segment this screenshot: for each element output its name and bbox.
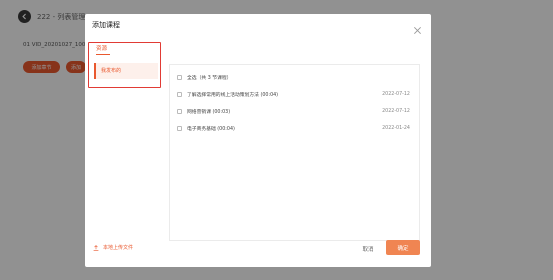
close-button[interactable] (413, 20, 422, 34)
course-title: 网络营销课 (00:03) (187, 109, 231, 115)
course-title: 电子商务基础 (00:04) (187, 126, 235, 132)
course-checkbox[interactable] (177, 108, 182, 114)
course-checkbox[interactable] (177, 91, 182, 97)
select-all-checkbox[interactable] (177, 74, 182, 80)
course-date: 2022-07-12 (382, 91, 410, 97)
course-date: 2022-01-24 (382, 125, 410, 131)
list-item[interactable]: 电子商务基础 (00:04) 2022-01-24 (177, 123, 410, 133)
upload-icon (93, 244, 99, 251)
confirm-button[interactable]: 确定 (386, 240, 420, 255)
select-all-row[interactable]: 全选（共 3 节课程） (177, 72, 410, 82)
course-date: 2022-07-12 (382, 108, 410, 114)
add-course-dialog: 添加课程 资源 我发布的 全选（共 3 节课程） 了解选择常用的线上活动策划方法… (85, 14, 431, 267)
course-list-panel: 全选（共 3 节课程） 了解选择常用的线上活动策划方法 (00:04) 2022… (169, 64, 420, 241)
course-title: 了解选择常用的线上活动策划方法 (00:04) (187, 92, 279, 98)
cancel-button[interactable]: 取消 (355, 242, 381, 255)
upload-link-label: 本地上传文件 (103, 245, 134, 251)
course-checkbox[interactable] (177, 125, 182, 131)
local-upload-link[interactable]: 本地上传文件 (93, 244, 133, 251)
select-all-label: 全选（共 3 节课程） (187, 75, 232, 81)
close-icon (414, 27, 421, 34)
dialog-title: 添加课程 (92, 21, 120, 29)
list-item[interactable]: 了解选择常用的线上活动策划方法 (00:04) 2022-07-12 (177, 89, 410, 99)
highlight-annotation-box (88, 42, 161, 88)
list-item[interactable]: 网络营销课 (00:03) 2022-07-12 (177, 106, 410, 116)
